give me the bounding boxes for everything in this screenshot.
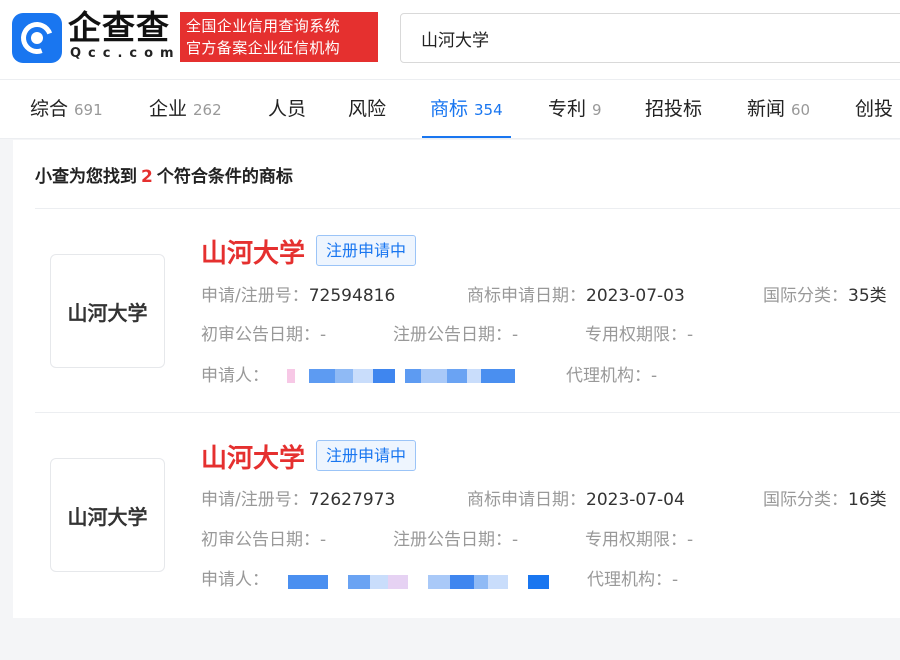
exclusive-period-value: -	[687, 530, 694, 550]
tab-label: 招投标	[645, 98, 703, 120]
exclusive-period-value: -	[687, 325, 694, 345]
tab-count: 9	[592, 101, 602, 119]
tab-risk[interactable]: 风险	[348, 80, 387, 138]
slogan-line-1: 全国企业信用查询系统	[186, 17, 341, 35]
tab-count: 691	[74, 101, 103, 119]
intl-class-label: 国际分类：	[763, 286, 848, 306]
tab-label: 风险	[348, 98, 387, 120]
search-box[interactable]	[400, 13, 900, 63]
trademark-thumbnail[interactable]: 山河大学	[50, 254, 165, 368]
apply-date-label: 商标申请日期：	[467, 286, 586, 306]
tab-news[interactable]: 新闻 60	[747, 80, 811, 138]
tab-count: 354	[474, 101, 503, 119]
qcc-logo-icon[interactable]	[12, 13, 62, 63]
exclusive-period-label: 专用权期限：	[585, 325, 687, 345]
agency-value: -	[672, 570, 679, 590]
agency-label: 代理机构：	[566, 366, 651, 386]
trademark-name[interactable]: 山河大学	[201, 233, 305, 270]
prelim-date-value: -	[320, 530, 327, 550]
applicant-redacted[interactable]	[288, 575, 553, 589]
reg-date-label: 注册公告日期：	[393, 325, 512, 345]
result-suffix: 个符合条件的商标	[156, 167, 293, 187]
intl-class-value: 35类	[848, 286, 887, 306]
prelim-date-label: 初审公告日期：	[201, 325, 320, 345]
category-tabs: 综合 691 企业 262 人员 风险 商标 354 专利 9 招投标 新闻 60 创投	[0, 79, 900, 139]
status-badge: 注册申请中	[316, 235, 417, 266]
intl-class-value: 16类	[848, 490, 887, 510]
result-count: 2	[141, 167, 153, 187]
reg-no-label: 申请/注册号：	[201, 286, 309, 306]
tab-label: 商标	[430, 98, 469, 120]
reg-date-value: -	[512, 325, 519, 345]
prelim-date-value: -	[320, 325, 327, 345]
tab-venture[interactable]: 创投	[855, 80, 894, 138]
apply-date-value: 2023-07-03	[586, 286, 685, 306]
reg-no-value: 72627973	[308, 490, 396, 510]
tab-bidding[interactable]: 招投标	[645, 80, 703, 138]
result-prefix: 小查为您找到	[35, 167, 137, 187]
tab-label: 企业	[149, 98, 188, 120]
tab-label: 创投	[855, 98, 894, 120]
logo-domain: Qcc.com	[70, 46, 181, 61]
top-header: 企查查 Qcc.com 全国企业信用查询系统 官方备案企业征信机构	[0, 0, 900, 79]
status-badge: 注册申请中	[316, 440, 417, 471]
applicant-redacted[interactable]	[287, 369, 532, 383]
reg-date-value: -	[512, 530, 519, 550]
trademark-thumbnail[interactable]: 山河大学	[50, 458, 165, 572]
reg-no-label: 申请/注册号：	[201, 490, 309, 510]
prelim-date-label: 初审公告日期：	[201, 530, 320, 550]
tab-people[interactable]: 人员	[268, 80, 307, 138]
tab-count: 262	[193, 101, 222, 119]
reg-date-label: 注册公告日期：	[393, 530, 512, 550]
agency-value: -	[651, 366, 658, 386]
tab-company[interactable]: 企业 262	[149, 80, 222, 138]
reg-no-value: 72594816	[308, 286, 396, 306]
trademark-card: 山河大学 山河大学 注册申请中 申请/注册号：72627973 商标申请日期：2…	[35, 413, 900, 613]
search-input[interactable]	[401, 14, 900, 62]
tab-overview[interactable]: 综合 691	[30, 80, 103, 138]
slogan-banner: 全国企业信用查询系统 官方备案企业征信机构	[180, 12, 378, 62]
trademark-card: 山河大学 山河大学 注册申请中 申请/注册号：72594816 商标申请日期：2…	[35, 209, 900, 409]
exclusive-period-label: 专用权期限：	[585, 530, 687, 550]
tab-label: 专利	[548, 98, 587, 120]
applicant-label: 申请人：	[201, 366, 269, 386]
apply-date-label: 商标申请日期：	[467, 490, 586, 510]
tab-trademark[interactable]: 商标 354	[422, 80, 511, 138]
agency-label: 代理机构：	[587, 570, 672, 590]
applicant-label: 申请人：	[201, 570, 269, 590]
tab-patent[interactable]: 专利 9	[548, 80, 602, 138]
trademark-name[interactable]: 山河大学	[201, 438, 305, 475]
slogan-line-2: 官方备案企业征信机构	[186, 39, 341, 57]
result-summary: 小查为您找到 2 个符合条件的商标	[35, 162, 293, 187]
tab-label: 新闻	[747, 98, 786, 120]
tab-label: 人员	[268, 98, 307, 120]
intl-class-label: 国际分类：	[763, 490, 848, 510]
results-panel: 小查为您找到 2 个符合条件的商标 山河大学 山河大学 注册申请中 申请/注册号：7…	[13, 140, 900, 618]
tab-label: 综合	[30, 98, 69, 120]
tab-count: 60	[791, 101, 811, 119]
logo-name[interactable]: 企查查	[68, 10, 170, 46]
apply-date-value: 2023-07-04	[586, 490, 685, 510]
